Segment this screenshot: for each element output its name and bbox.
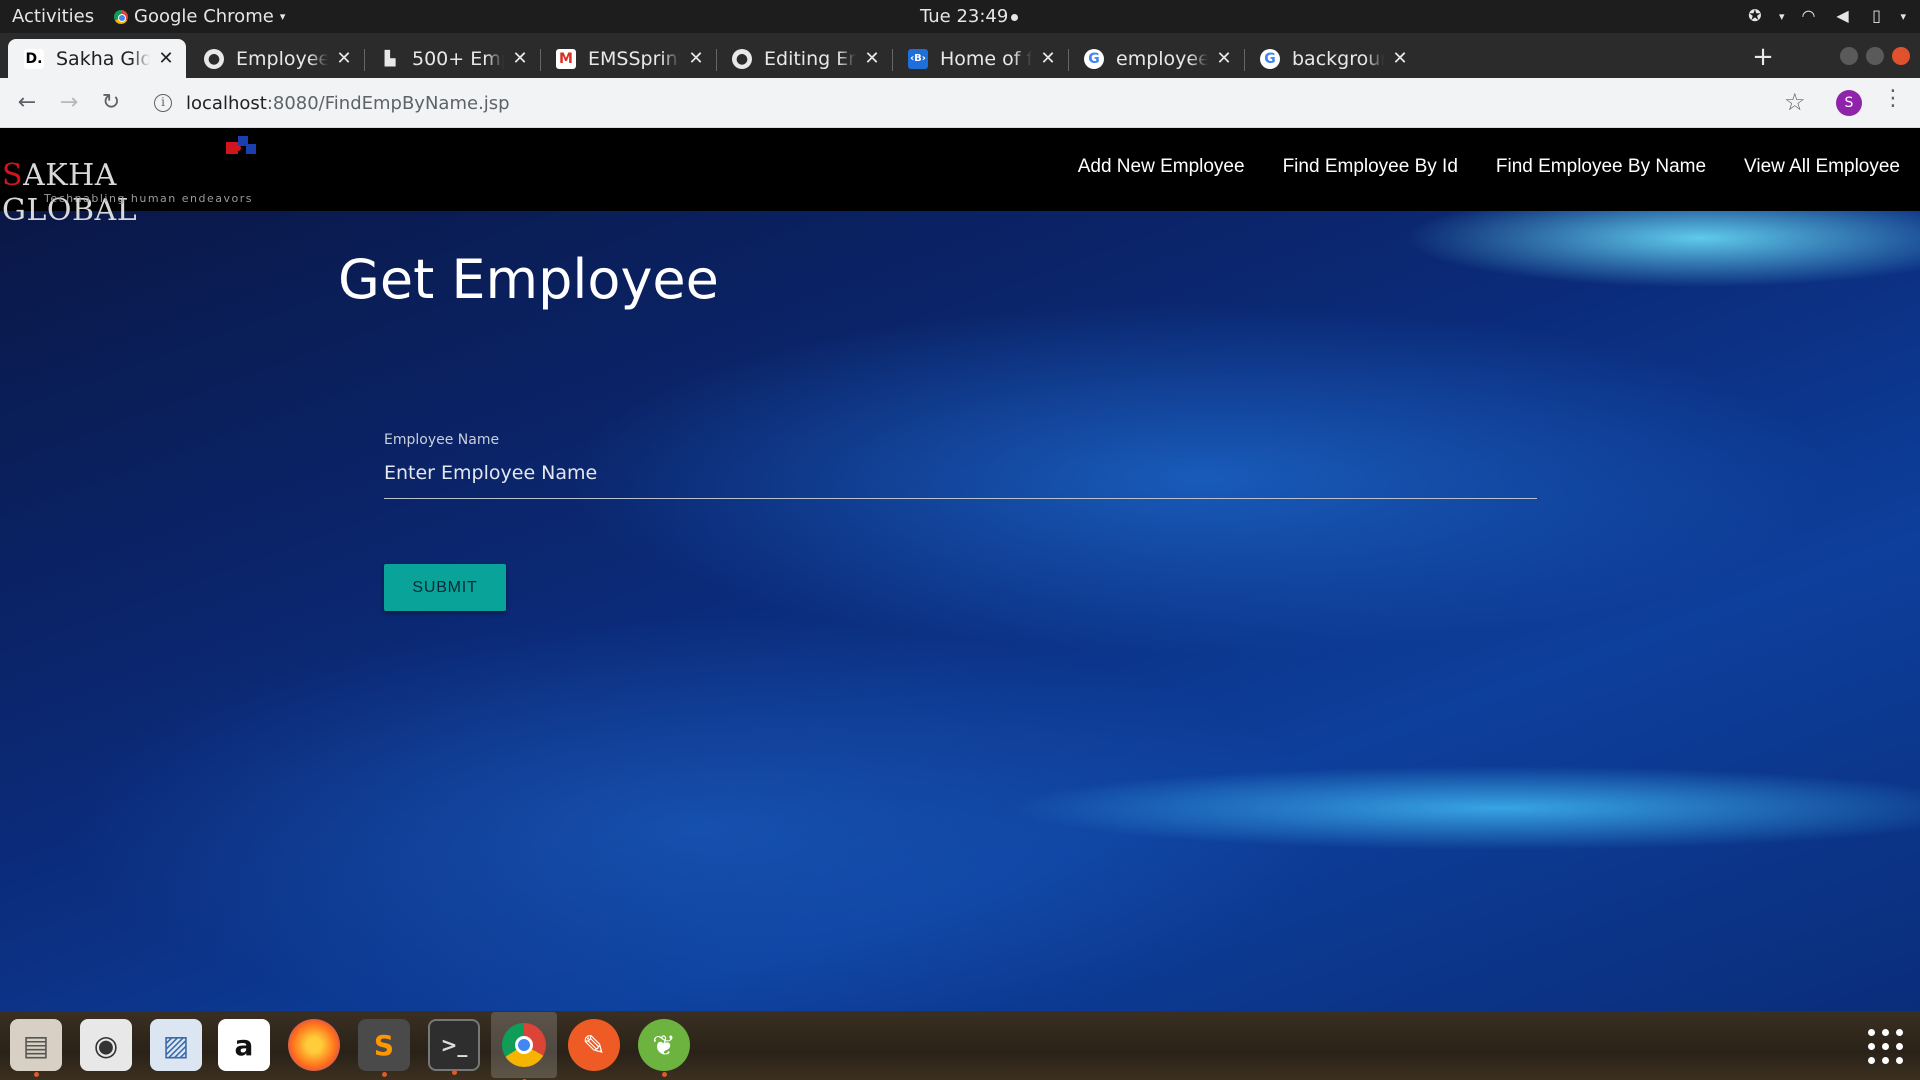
close-icon[interactable]: ✕ <box>686 48 706 69</box>
site-logo[interactable]: SAKHA GLOBAL Technabling human endeavors <box>2 134 260 228</box>
logo-tagline: Technabling human endeavors <box>44 192 253 205</box>
nav-add-new-employee[interactable]: Add New Employee <box>1078 156 1245 178</box>
unsplash-icon: ▙ <box>384 50 396 67</box>
chrome-icon <box>502 1023 546 1067</box>
github-icon: ● <box>732 48 752 69</box>
files-icon[interactable]: ▤ <box>10 1019 62 1077</box>
tab-title: EmployeeMana <box>236 47 328 70</box>
employee-name-field: Employee Name <box>384 432 1537 499</box>
system-top-bar: Activities Google Chrome ▾ Tue 23:49 ✪ ▾ … <box>0 0 1920 33</box>
volume-icon[interactable]: ◀ <box>1832 6 1852 26</box>
minimize-button[interactable] <box>1840 47 1858 65</box>
github-icon: ● <box>204 48 224 69</box>
tab-title: Sakha Global E <box>56 47 150 70</box>
page-content: SAKHA GLOBAL Technabling human endeavors… <box>0 128 1920 1011</box>
nav-find-employee-by-name[interactable]: Find Employee By Name <box>1496 156 1706 178</box>
tab-employee-management[interactable]: ● EmployeeMana ✕ <box>188 39 364 78</box>
app-name: Google Chrome <box>134 6 274 27</box>
wifi-icon[interactable]: ◠ <box>1798 6 1818 26</box>
maximize-button[interactable] <box>1866 47 1884 65</box>
tab-home-of-free[interactable]: ‹B› Home of free c ✕ <box>892 39 1068 78</box>
nav-view-all-employee[interactable]: View All Employee <box>1744 156 1900 178</box>
close-icon[interactable]: ✕ <box>156 48 176 69</box>
rhythmbox-icon[interactable]: ◉ <box>80 1019 132 1071</box>
bootstrap-icon: ‹B› <box>908 48 928 69</box>
tab-title: employee hd in <box>1116 47 1208 70</box>
nav-find-employee-by-id[interactable]: Find Employee By Id <box>1283 156 1458 178</box>
forward-arrow-icon[interactable]: → <box>56 90 82 116</box>
puzzle-logo-icon <box>226 136 256 154</box>
tab-title: EMSSprint2.zip <box>588 47 680 70</box>
tab-title: background im <box>1292 47 1384 70</box>
app-menu[interactable]: Google Chrome ▾ <box>114 6 285 27</box>
close-icon[interactable]: ✕ <box>1038 48 1058 69</box>
battery-icon[interactable]: ▯ <box>1866 6 1886 26</box>
url-host: localhost <box>186 92 267 114</box>
tab-title: Editing Employ <box>764 47 856 70</box>
chevron-down-icon: ▾ <box>279 10 286 23</box>
postman-icon[interactable]: ✎ <box>568 1019 620 1071</box>
tab-background-image[interactable]: G background im ✕ <box>1244 39 1420 78</box>
dev-icon: D. <box>24 48 44 69</box>
spring-tool-suite-icon[interactable]: ❦ <box>638 1019 690 1077</box>
browser-toolbar: ← → ↻ i localhost:8080/FindEmpByName.jsp… <box>0 78 1920 128</box>
submit-button[interactable]: SUBMIT <box>384 564 506 611</box>
close-window-button[interactable] <box>1892 47 1910 65</box>
system-tray[interactable]: ✪ ▾ ◠ ◀ ▯ ▾ <box>1745 6 1906 26</box>
terminal-icon[interactable]: >_ <box>428 1019 480 1075</box>
close-icon[interactable]: ✕ <box>862 48 882 69</box>
employee-name-label: Employee Name <box>384 432 500 448</box>
tab-title: 500+ Employe <box>412 47 504 70</box>
url-path: :8080/FindEmpByName.jsp <box>266 92 510 114</box>
address-bar[interactable]: i localhost:8080/FindEmpByName.jsp <box>146 84 1756 122</box>
show-applications-icon[interactable] <box>1868 1029 1904 1065</box>
chrome-icon <box>114 9 128 24</box>
tab-emssprint2-zip[interactable]: M EMSSprint2.zip ✕ <box>540 39 716 78</box>
site-navbar: SAKHA GLOBAL Technabling human endeavors… <box>0 128 1920 228</box>
tab-employee-hd[interactable]: G employee hd in ✕ <box>1068 39 1244 78</box>
google-icon: G <box>1260 48 1280 69</box>
close-icon[interactable]: ✕ <box>510 48 530 69</box>
close-icon[interactable]: ✕ <box>1390 48 1410 69</box>
tab-strip: D. Sakha Global E ✕ ● EmployeeMana ✕ ▙ 5… <box>0 33 1920 78</box>
accessibility-icon[interactable]: ✪ <box>1745 6 1765 26</box>
close-icon[interactable]: ✕ <box>1214 48 1234 69</box>
image-viewer-icon[interactable]: ▨ <box>150 1019 202 1071</box>
close-icon[interactable]: ✕ <box>334 48 354 69</box>
ubuntu-dock: ▤ ◉ ▨ a ● S >_ ✎ ❦ <box>0 1011 1920 1080</box>
new-tab-button[interactable]: + <box>1748 42 1778 72</box>
back-arrow-icon[interactable]: ← <box>14 90 40 116</box>
chevron-down-icon: ▾ <box>1778 9 1785 23</box>
info-icon[interactable]: i <box>154 94 172 112</box>
firefox-icon[interactable]: ● <box>288 1019 340 1071</box>
main-nav: Add New Employee Find Employee By Id Fin… <box>1078 156 1900 178</box>
clock[interactable]: Tue 23:49 <box>920 6 1019 27</box>
chrome-dock-item[interactable] <box>491 1012 557 1080</box>
clock-text: Tue 23:49 <box>920 6 1009 27</box>
notification-dot-icon <box>1011 13 1019 21</box>
tab-title: Home of free c <box>940 47 1032 70</box>
employee-name-input[interactable] <box>384 462 1537 499</box>
google-icon: G <box>1084 48 1104 69</box>
amazon-icon[interactable]: a <box>218 1019 270 1071</box>
page-title: Get Employee <box>338 248 719 311</box>
tab-500-employee[interactable]: ▙ 500+ Employe ✕ <box>364 39 540 78</box>
reload-icon[interactable]: ↻ <box>98 90 124 116</box>
activities-button[interactable]: Activities <box>12 6 94 27</box>
chevron-down-icon: ▾ <box>1900 9 1906 23</box>
gmail-icon: M <box>556 48 576 69</box>
tab-editing-employee[interactable]: ● Editing Employ ✕ <box>716 39 892 78</box>
tab-sakha-global[interactable]: D. Sakha Global E ✕ <box>8 39 186 78</box>
profile-avatar[interactable]: S <box>1836 90 1862 116</box>
bookmark-star-icon[interactable]: ☆ <box>1784 88 1806 116</box>
sublime-text-icon[interactable]: S <box>358 1019 410 1077</box>
menu-kebab-icon[interactable]: ⋮ <box>1882 86 1904 111</box>
